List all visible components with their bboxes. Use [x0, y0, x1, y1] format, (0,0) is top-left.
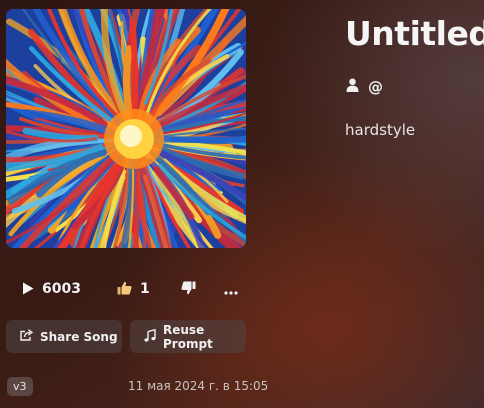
song-title: Untitled — [345, 14, 484, 53]
music-note-icon — [144, 328, 156, 345]
more-options-button[interactable] — [224, 279, 238, 299]
cover-art[interactable] — [6, 9, 246, 248]
song-style[interactable]: hardstyle — [345, 121, 415, 139]
play-count: 6003 — [42, 281, 81, 297]
reuse-prompt-button[interactable]: Reuse Prompt — [130, 320, 246, 353]
version-badge: v3 — [7, 377, 33, 396]
created-date: 11 мая 2024 г. в 15:05 — [128, 379, 269, 393]
cover-art-image — [6, 9, 246, 248]
dislike-button[interactable] — [181, 279, 196, 299]
author-handle[interactable]: @ — [368, 78, 383, 96]
thumbs-up-icon — [117, 280, 132, 299]
user-icon — [346, 77, 359, 96]
reuse-prompt-label: Reuse Prompt — [163, 322, 213, 351]
more-icon — [224, 280, 238, 299]
play-button[interactable]: 6003 — [22, 279, 81, 299]
play-icon — [22, 280, 34, 299]
stats-bar: 6003 1 — [0, 279, 260, 299]
thumbs-down-icon — [181, 280, 196, 299]
like-button[interactable]: 1 — [117, 279, 150, 299]
author-row[interactable]: @ — [346, 77, 383, 96]
share-song-button[interactable]: Share Song — [6, 320, 122, 353]
like-count: 1 — [140, 281, 150, 297]
share-icon — [20, 329, 34, 344]
share-song-label: Share Song — [40, 329, 118, 344]
